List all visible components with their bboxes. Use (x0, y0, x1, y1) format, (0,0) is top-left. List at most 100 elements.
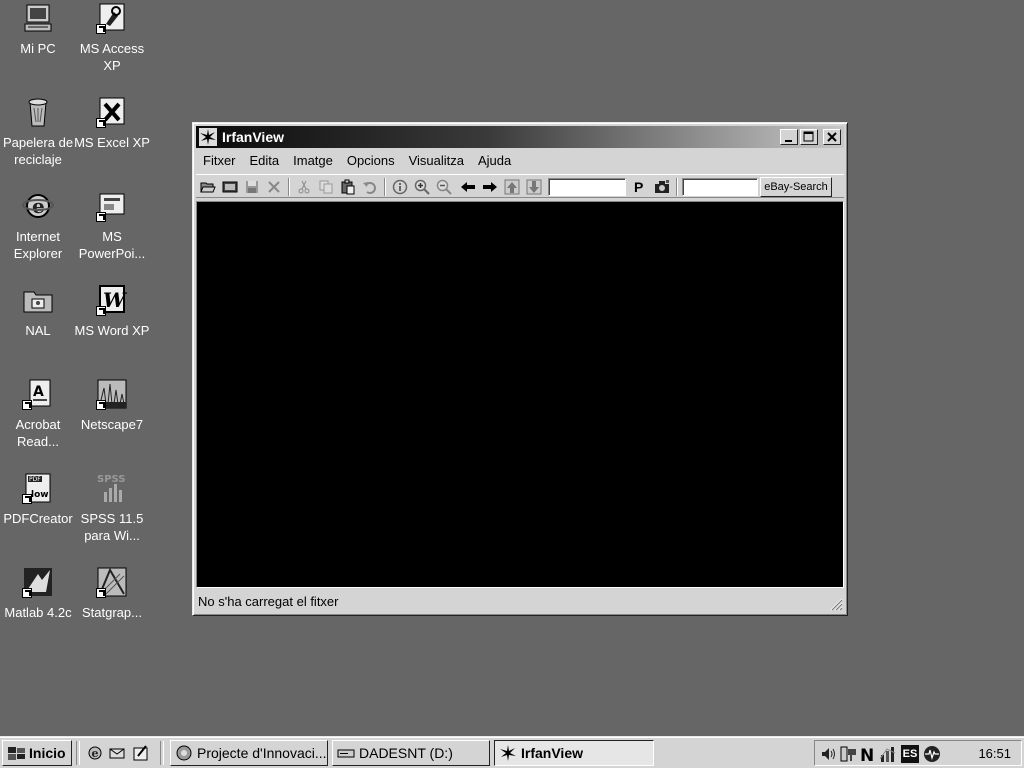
task-button-irfanview[interactable]: IrfanView (494, 740, 654, 766)
menu-edita[interactable]: Edita (243, 150, 287, 168)
antivirus-icon[interactable] (923, 745, 941, 763)
ebay-search-input[interactable] (682, 178, 758, 196)
svg-text:W: W (103, 288, 128, 312)
arrow-down-icon (526, 179, 542, 195)
quicklaunch-show-desktop[interactable] (132, 744, 152, 762)
close-icon (827, 132, 837, 142)
desktop-icon-label: NAL (25, 323, 51, 338)
desktop-icon-ms-word[interactable]: W MS Word XP (74, 284, 150, 339)
nal-icon (22, 284, 54, 316)
mail-icon (109, 748, 125, 759)
arrow-right-icon (483, 182, 497, 192)
statgraphics-icon (96, 566, 128, 598)
menu-imatge[interactable]: Imatge (286, 150, 340, 168)
menu-fitxer[interactable]: Fitxer (196, 150, 243, 168)
desktop-icon-label: Internet Explorer (13, 229, 63, 261)
image-viewer-area[interactable] (196, 201, 844, 588)
computer-icon (22, 2, 54, 34)
maximize-icon (803, 131, 814, 142)
page-input[interactable] (548, 178, 626, 196)
quicklaunch-ie[interactable]: e (86, 744, 106, 762)
svg-text:low: low (31, 490, 49, 500)
menu-opcions[interactable]: Opcions (340, 150, 402, 168)
slideshow-button[interactable] (220, 178, 240, 196)
save-button[interactable] (242, 178, 262, 196)
task-label: DADESNT (D:) (359, 745, 453, 761)
desktop-icon-ms-powerpoint[interactable]: MS PowerPoi... (74, 190, 150, 262)
delete-button[interactable] (264, 178, 284, 196)
desktop-icon-ms-access[interactable]: MS Access XP (74, 2, 150, 74)
minimize-button[interactable] (780, 129, 798, 145)
desktop-icon-label: MS Access XP (79, 41, 145, 73)
desktop-icon-mi-pc[interactable]: Mi PC (0, 2, 76, 57)
menu-bar: Fitxer Edita Imatge Opcions Visualitza Ajuda (196, 150, 844, 172)
volume-icon[interactable] (819, 745, 837, 763)
quicklaunch-outlook[interactable] (108, 744, 128, 762)
menu-ajuda[interactable]: Ajuda (471, 150, 518, 168)
desktop-icon-pdfcreator[interactable]: PDF low PDFCreator (0, 472, 76, 527)
desktop-icon-matlab[interactable]: Matlab 4.2c (0, 566, 76, 621)
delete-icon (268, 181, 280, 193)
chart-app-icon[interactable] (879, 745, 897, 763)
clock[interactable]: 16:51 (978, 746, 1011, 761)
desktop-icon-nal[interactable]: NAL (0, 284, 76, 339)
desktop-icon-label: MS Excel XP (74, 135, 150, 150)
desktop-icon-recycle-bin[interactable]: Papelera de reciclaje (0, 96, 76, 168)
cut-icon (298, 180, 310, 194)
zoom-in-button[interactable] (412, 178, 432, 196)
copy-icon (319, 180, 333, 194)
next-image-button[interactable] (480, 178, 500, 196)
netware-icon[interactable]: N (859, 745, 877, 766)
desktop-icon-spss[interactable]: SPSS SPSS 11.5 para Wi... (74, 472, 150, 544)
start-button[interactable]: Inicio (2, 740, 72, 766)
desktop-icon-internet-explorer[interactable]: e Internet Explorer (0, 190, 76, 262)
menu-visualitza[interactable]: Visualitza (402, 150, 471, 168)
matlab-icon (22, 566, 54, 598)
irfanview-icon (199, 128, 217, 146)
desktop-icon-label: Acrobat Read... (15, 417, 61, 449)
open-button[interactable] (198, 178, 218, 196)
zoom-out-button[interactable] (434, 178, 454, 196)
first-image-button[interactable] (502, 178, 522, 196)
arrow-up-icon (504, 179, 520, 195)
system-tray: N ES 16:51 (814, 740, 1022, 766)
svg-text:PDF: PDF (29, 476, 41, 483)
cut-button[interactable] (294, 178, 314, 196)
previous-image-button[interactable] (458, 178, 478, 196)
irfanview-window[interactable]: IrfanView Fitxer Edita Imatge Opcions Visual… (192, 122, 848, 616)
start-label: Inicio (29, 745, 66, 761)
show-desktop-icon (133, 745, 148, 761)
desktop-icon-ms-excel[interactable]: MS Excel XP (74, 96, 150, 151)
network-icon[interactable] (839, 745, 857, 763)
ie-icon: e (88, 746, 102, 760)
copy-button[interactable] (316, 178, 336, 196)
undo-button[interactable] (360, 178, 380, 196)
desktop-icon-netscape[interactable]: Netscape7 (74, 378, 150, 433)
desktop-icon-label: MS Word XP (74, 323, 150, 338)
close-button[interactable] (823, 129, 841, 145)
title-bar[interactable]: IrfanView (196, 126, 844, 148)
ebay-search-button[interactable]: eBay-Search (760, 177, 832, 197)
task-button-projecte[interactable]: Projecte d'Innovaci... (170, 740, 328, 766)
info-button[interactable] (390, 178, 410, 196)
camera-icon (655, 180, 669, 193)
paste-button[interactable] (338, 178, 358, 196)
language-indicator[interactable]: ES (901, 745, 919, 763)
desktop-icon-label: SPSS 11.5 para Wi... (80, 511, 144, 543)
maximize-button[interactable] (800, 129, 818, 145)
window-title: IrfanView (222, 129, 284, 145)
paste-icon (341, 179, 355, 195)
zoom-out-icon (436, 179, 452, 195)
capture-button[interactable] (652, 178, 672, 196)
desktop-icon-label: Mi PC (20, 41, 56, 56)
desktop-icon-acrobat-reader[interactable]: A Acrobat Read... (0, 378, 76, 450)
resize-grip-icon[interactable] (829, 597, 843, 611)
status-bar: No s'ha carregat el fitxer (196, 590, 844, 612)
task-button-dadesnt[interactable]: DADESNT (D:) (332, 740, 490, 766)
desktop-icon-label: Matlab 4.2c (4, 605, 72, 620)
desktop-icon-statgraphics[interactable]: Statgrap... (74, 566, 150, 621)
task-label: IrfanView (521, 745, 583, 761)
desktop-icon-label: Papelera de reciclaje (2, 135, 74, 167)
last-image-button[interactable] (524, 178, 544, 196)
page-label[interactable]: P (634, 179, 643, 195)
